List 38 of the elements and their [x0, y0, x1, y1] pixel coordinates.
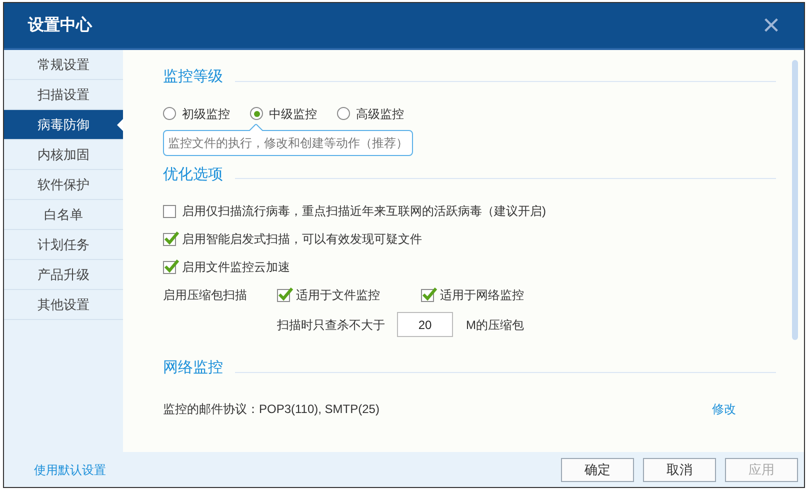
checkbox-label: 启用仅扫描流行病毒，重点扫描近年来互联网的活跃病毒（建议开启)	[182, 203, 546, 220]
close-button[interactable]: ×	[762, 10, 780, 40]
sidebar-item[interactable]: 其他设置	[4, 290, 123, 320]
radio-button[interactable]	[163, 107, 176, 120]
sidebar-item[interactable]: 产品升级	[4, 260, 123, 290]
sidebar-item[interactable]: 病毒防御	[4, 110, 123, 140]
sidebar-item[interactable]: 内核加固	[4, 140, 123, 170]
radio-label: 中级监控	[269, 106, 317, 122]
tooltip-pointer	[249, 124, 263, 130]
radio-button[interactable]	[337, 107, 350, 120]
checkbox-label: 启用文件监控云加速	[182, 259, 290, 276]
size-field[interactable]: 20	[397, 312, 453, 337]
radio-label: 高级监控	[356, 106, 404, 122]
window-title: 设置中心	[28, 15, 92, 36]
sidebar-item[interactable]: 软件保护	[4, 170, 123, 200]
section-heading: 网络监控	[163, 358, 223, 378]
sidebar-item[interactable]: 常规设置	[4, 50, 123, 80]
section-heading: 优化选项	[163, 164, 223, 184]
sidebar-item[interactable]: 计划任务	[4, 230, 123, 260]
checkbox[interactable]	[277, 288, 290, 302]
checkbox-label: 启用智能启发式扫描，可以有效发现可疑文件	[182, 231, 422, 248]
checkbox[interactable]	[163, 204, 176, 218]
dialog-button[interactable]: 确定	[561, 458, 634, 482]
size-label: 扫描时只查杀不大于	[277, 316, 385, 334]
sidebar-item[interactable]: 白名单	[4, 200, 123, 230]
section-heading: 监控等级	[163, 67, 223, 87]
radio-button[interactable]	[250, 107, 263, 120]
size-unit: M的压缩包	[466, 316, 524, 334]
checkbox[interactable]	[163, 260, 176, 274]
scrollbar[interactable]	[792, 60, 798, 340]
dialog-button[interactable]: 取消	[643, 458, 716, 482]
checkbox-label: 适用于网络监控	[440, 287, 524, 304]
checkbox[interactable]	[421, 288, 434, 302]
checkbox[interactable]	[163, 232, 176, 246]
protocol-text: 监控的邮件协议：POP3(110), SMTP(25)	[163, 400, 380, 418]
radio-label: 初级监控	[182, 106, 230, 122]
checkbox-label: 适用于文件监控	[296, 287, 380, 304]
option-label: 启用压缩包扫描	[163, 287, 248, 304]
